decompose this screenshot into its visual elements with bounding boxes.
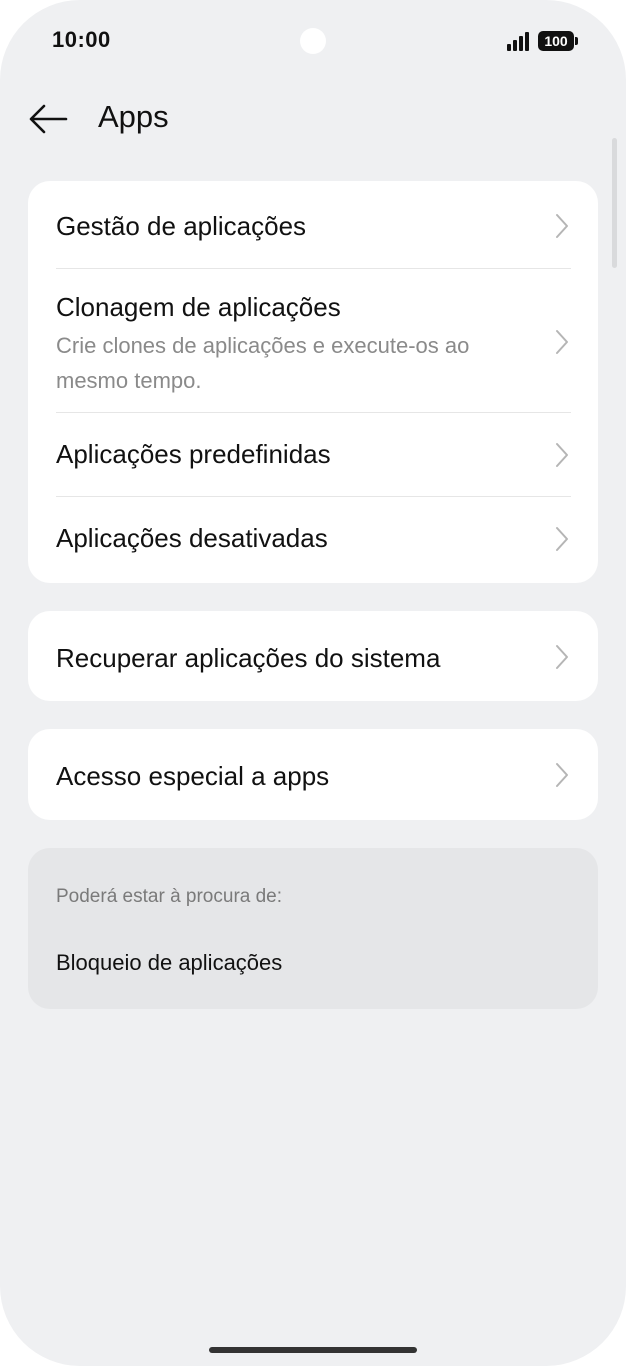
chevron-right-icon — [556, 763, 568, 787]
row-title: Gestão de aplicações — [56, 211, 307, 241]
chevron-right-icon — [556, 443, 568, 467]
chevron-right-icon — [556, 645, 568, 669]
row-title: Clonagem de aplicações — [56, 292, 341, 322]
row-disabled-apps[interactable]: Aplicações desativadas — [28, 497, 598, 583]
row-app-management[interactable]: Gestão de aplicações — [28, 181, 598, 269]
row-title: Aplicações desativadas — [56, 523, 328, 553]
row-title: Acesso especial a apps — [56, 761, 330, 791]
row-default-apps[interactable]: Aplicações predefinidas — [28, 413, 598, 497]
signal-bars-icon — [507, 32, 529, 51]
home-indicator[interactable] — [209, 1347, 417, 1353]
chevron-right-icon — [556, 214, 568, 238]
camera-cutout — [300, 28, 326, 54]
row-recover-system-apps[interactable]: Recuperar aplicações do sistema — [28, 611, 598, 701]
chevron-right-icon — [556, 527, 568, 551]
arrow-left-icon — [29, 104, 68, 134]
row-app-cloning[interactable]: Clonagem de aplicações Crie clones de ap… — [28, 269, 598, 412]
suggestions-card: Poderá estar à procura de: Bloqueio de a… — [28, 848, 598, 1009]
page-title: Apps — [98, 99, 169, 134]
status-bar: 10:00 100 — [0, 0, 626, 80]
settings-group-recover: Recuperar aplicações do sistema — [28, 611, 598, 701]
settings-group-special-access: Acesso especial a apps — [28, 729, 598, 820]
row-subtitle: Crie clones de aplicações e execute-os a… — [56, 333, 470, 393]
status-time: 10:00 — [52, 27, 111, 52]
chevron-right-icon — [556, 330, 568, 354]
app-header: Apps — [0, 90, 626, 146]
scrollbar[interactable] — [612, 138, 617, 268]
row-title: Recuperar aplicações do sistema — [56, 643, 441, 673]
back-button[interactable] — [26, 96, 72, 142]
suggestion-link[interactable]: Bloqueio de aplicações — [56, 950, 282, 976]
settings-group-apps: Gestão de aplicações Clonagem de aplicaç… — [28, 181, 598, 583]
battery-icon: 100 — [538, 31, 578, 51]
phone-screen: 10:00 100 Apps Gestão de aplicações Clon… — [0, 0, 626, 1366]
row-special-app-access[interactable]: Acesso especial a apps — [28, 729, 598, 820]
suggestions-label: Poderá estar à procura de: — [56, 886, 283, 907]
row-title: Aplicações predefinidas — [56, 439, 331, 469]
